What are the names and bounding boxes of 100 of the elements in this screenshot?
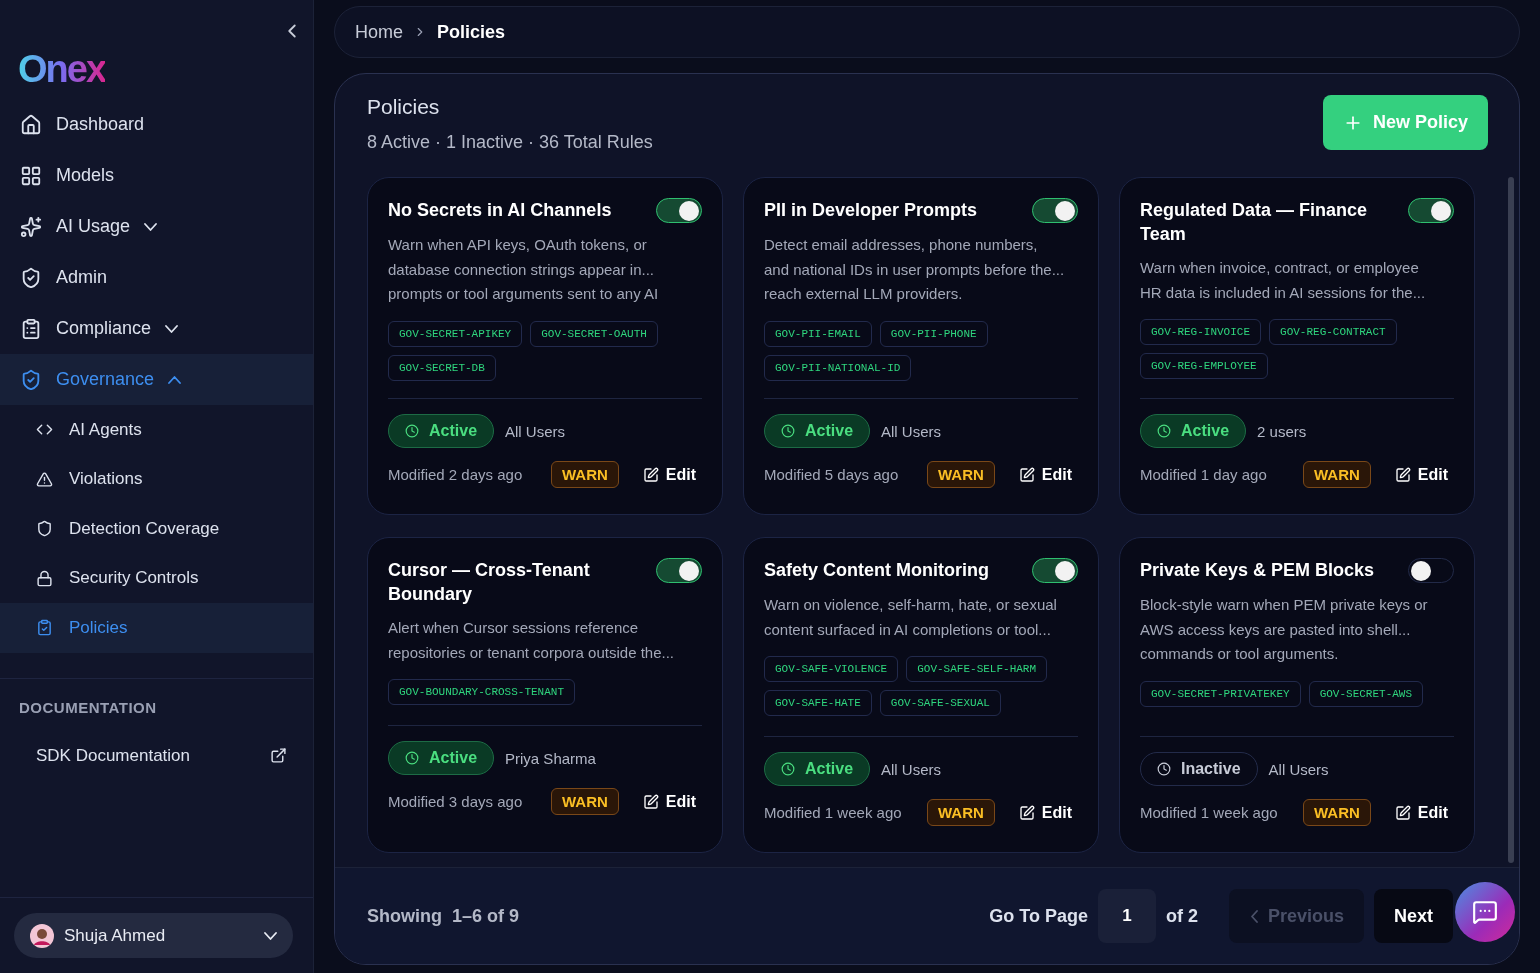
scope-text: 2 users — [1257, 422, 1307, 440]
rule-tag: GOV-BOUNDARY-CROSS-TENANT — [388, 679, 576, 705]
policy-title: Cursor — Cross-Tenant Boundary — [388, 559, 591, 606]
status-pill: Active — [764, 752, 871, 786]
rule-tag: GOV-SAFE-HATE — [764, 690, 872, 716]
warning-icon — [36, 470, 53, 488]
edit-button[interactable]: Edit — [642, 465, 697, 484]
rule-tag: GOV-PII-NATIONAL-ID — [764, 354, 912, 381]
page-input[interactable]: 1 — [1097, 889, 1156, 943]
scrollbar[interactable] — [1507, 177, 1515, 863]
action-badge: WARN — [1303, 461, 1371, 488]
policy-title: Private Keys & PEM Blocks — [1140, 559, 1375, 582]
goto-label: Go To Page — [989, 905, 1088, 927]
nav-subitem[interactable]: Policies — [0, 603, 313, 653]
status-pill: Active — [388, 741, 495, 775]
lock-icon — [36, 569, 53, 587]
edit-button[interactable]: Edit — [1018, 803, 1073, 822]
nav-subitem[interactable]: Violations — [0, 454, 313, 504]
shield-check-icon — [20, 368, 42, 391]
avatar-icon — [30, 923, 54, 948]
pencil-icon — [1018, 466, 1035, 483]
status-pill: Active — [1140, 414, 1247, 448]
toggle-switch[interactable] — [1408, 198, 1454, 223]
modified-text: Modified 1 day ago — [1140, 466, 1268, 483]
action-badge: WARN — [551, 788, 619, 815]
edit-button[interactable]: Edit — [1018, 465, 1073, 484]
clock-icon — [405, 424, 419, 438]
rule-tag: GOV-SAFE-SELF-HARM — [906, 656, 1048, 682]
pencil-icon — [642, 793, 659, 810]
clock-icon — [781, 424, 795, 438]
nav-item[interactable]: Dashboard — [0, 99, 313, 150]
chevron-down-icon — [165, 324, 179, 333]
breadcrumb-link[interactable]: Home — [355, 21, 403, 43]
scope-text: All Users — [1268, 760, 1329, 778]
nav-subitem[interactable]: Detection Coverage — [0, 504, 313, 554]
policy-description: Warn when API keys, OAuth tokens, or database connection strings appear in... prompts or tool arguments sent to any AI — [388, 235, 660, 304]
toggle-switch[interactable] — [656, 558, 702, 583]
action-badge: WARN — [551, 461, 619, 488]
modified-text: Modified 1 week ago — [764, 804, 903, 821]
nav-item[interactable]: Models — [0, 150, 313, 201]
chevron-left-icon — [1250, 909, 1258, 923]
nav-subitem[interactable]: Security Controls — [0, 553, 313, 603]
rule-tag: GOV-SAFE-SEXUAL — [879, 690, 1001, 716]
action-badge: WARN — [927, 461, 995, 488]
pencil-icon — [1018, 804, 1035, 821]
modified-text: Modified 3 days ago — [388, 793, 524, 810]
rule-tag: GOV-SECRET-AWS — [1308, 680, 1424, 707]
status-pill: Active — [388, 414, 495, 448]
scope-text: Priya Sharma — [505, 749, 596, 767]
modified-text: Modified 2 days ago — [388, 466, 524, 483]
toggle-switch[interactable] — [1032, 198, 1078, 223]
grid-icon — [20, 164, 42, 187]
pencil-icon — [1394, 804, 1411, 821]
rule-tag: GOV-REG-EMPLOYEE — [1140, 353, 1268, 379]
nav-item[interactable]: Compliance — [0, 303, 313, 354]
policy-description: Detect email addresses, phone numbers, and national IDs in user prompts before the... reach external LLM providers. — [764, 235, 1066, 304]
policy-title: PII in Developer Prompts — [764, 199, 978, 222]
section-heading: DOCUMENTATION — [18, 698, 158, 716]
clock-icon — [781, 762, 795, 776]
rule-tag: GOV-SECRET-PRIVATEKEY — [1140, 680, 1301, 707]
user-menu[interactable]: Shuja Ahmed — [14, 913, 293, 958]
sparkles-icon — [20, 215, 42, 238]
pencil-icon — [1394, 466, 1411, 483]
clipboard-icon — [36, 619, 53, 637]
policy-description: Warn when invoice, contract, or employee HR data is included in AI sessions for the... — [1140, 258, 1427, 303]
rule-tag: GOV-SECRET-DB — [388, 354, 496, 381]
edit-button[interactable]: Edit — [642, 792, 697, 811]
nav-item[interactable]: AI Usage — [0, 201, 313, 252]
showing-label: Showing — [367, 905, 442, 927]
shield-check-icon — [20, 266, 42, 289]
policy-description: Warn on violence, self-harm, hate, or sexual content surfaced in AI completions or tool... — [764, 595, 1058, 640]
next-button[interactable]: Next — [1374, 889, 1453, 943]
status-pill: Active — [764, 414, 871, 448]
chevron-down-icon — [144, 222, 158, 231]
page-count: of 2 — [1165, 905, 1198, 927]
modified-text: Modified 1 week ago — [1140, 804, 1279, 821]
chat-icon — [1472, 899, 1498, 925]
scope-text: All Users — [505, 422, 566, 440]
rule-tag: GOV-SECRET-APIKEY — [388, 320, 523, 347]
rule-tag: GOV-PII-EMAIL — [764, 320, 872, 347]
shield-icon — [36, 520, 53, 538]
edit-button[interactable]: Edit — [1394, 803, 1449, 822]
nav-item[interactable]: Governance — [0, 354, 313, 405]
nav-item[interactable]: Admin — [0, 252, 313, 303]
clipboard-icon — [20, 317, 42, 340]
policy-title: No Secrets in AI Channels — [388, 199, 612, 222]
edit-button[interactable]: Edit — [1394, 465, 1449, 484]
policy-title: Safety Content Monitoring — [764, 559, 989, 582]
toggle-switch[interactable] — [656, 198, 702, 223]
chevron-down-icon — [264, 931, 277, 940]
doc-link[interactable]: SDK Documentation — [0, 745, 313, 766]
pencil-icon — [642, 466, 659, 483]
action-badge: WARN — [927, 799, 995, 826]
summary-text: 8 Active · 1 Inactive · 36 Total Rules — [367, 132, 653, 153]
range-text: 1–6 of 9 — [452, 905, 520, 927]
scope-text: All Users — [881, 760, 942, 778]
external-link-icon — [270, 747, 287, 764]
breadcrumb-link[interactable]: Policies — [437, 21, 506, 43]
toggle-switch[interactable] — [1032, 558, 1078, 583]
nav-subitem[interactable]: AI Agents — [0, 405, 313, 455]
